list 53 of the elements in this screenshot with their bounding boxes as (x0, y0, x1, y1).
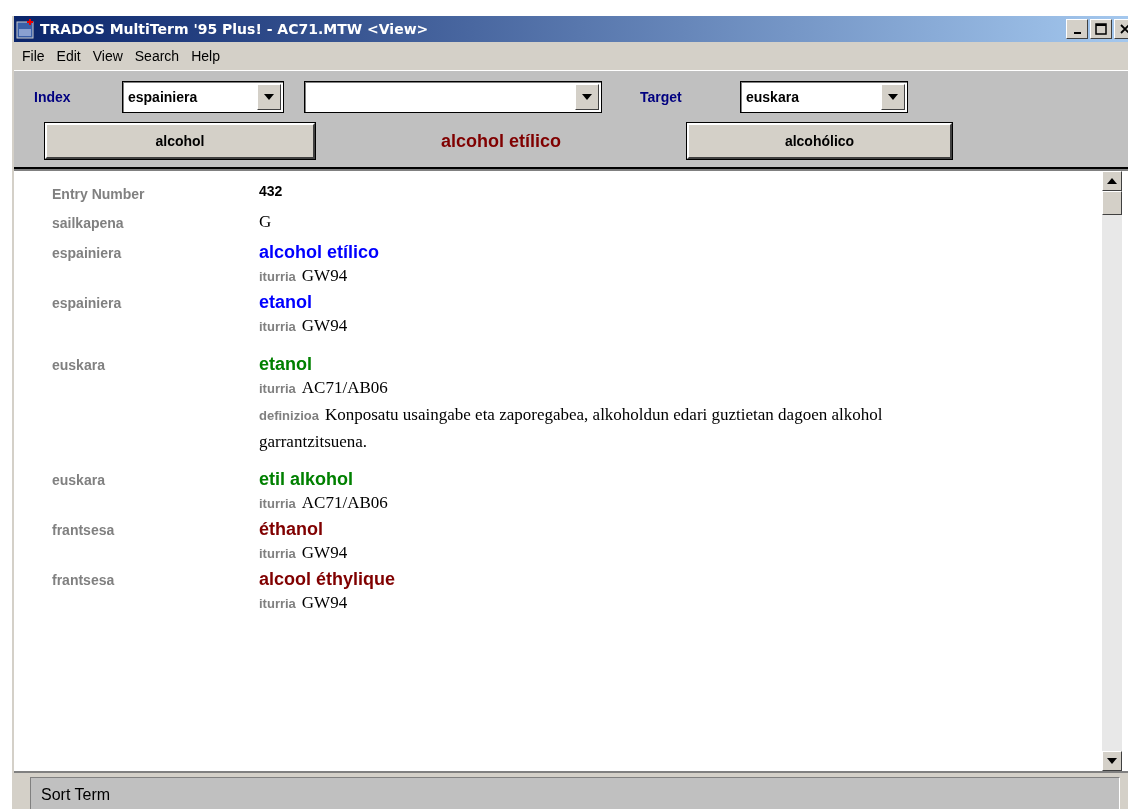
language-label: frantsesa (52, 571, 116, 590)
term: etanol (259, 292, 313, 313)
term-detail: iturria GW94 (259, 265, 349, 287)
maximize-icon (1095, 23, 1107, 35)
status-text: Sort Term (30, 777, 1120, 809)
previous-term-button[interactable]: alcohol (45, 123, 315, 159)
field-label: sailkapena (52, 214, 125, 232)
language-label: euskara (52, 471, 106, 490)
next-term-button[interactable]: alcohólico (687, 123, 952, 159)
minimize-icon (1073, 32, 1081, 34)
scroll-down-button[interactable] (1102, 751, 1122, 771)
term: etil alkohol (259, 469, 355, 490)
index-dropdown[interactable]: espainiera (122, 81, 284, 113)
language-label: espainiera (52, 244, 123, 263)
language-label: euskara (52, 356, 106, 375)
menu-item[interactable]: Search (130, 46, 184, 66)
menu-item[interactable]: Help (187, 46, 224, 66)
term-detail: iturria GW94 (259, 315, 349, 337)
caret-icon (888, 94, 898, 100)
minimize-button[interactable] (1066, 19, 1088, 39)
field-value: G (259, 212, 273, 232)
term: alcool éthylique (259, 569, 397, 590)
maximize-button[interactable] (1090, 19, 1112, 39)
caret-icon (264, 94, 274, 100)
menu-item[interactable]: File (18, 46, 49, 66)
current-term: alcohol etílico (440, 130, 562, 152)
scroll-up-button[interactable] (1102, 171, 1122, 191)
up-arrow-icon (1107, 178, 1117, 184)
scrollbar[interactable] (1102, 171, 1122, 771)
term-detail: iturria GW94 (259, 542, 349, 564)
term: etanol (259, 354, 313, 375)
close-icon (1120, 24, 1128, 34)
scroll-thumb[interactable] (1102, 191, 1122, 215)
language-label: frantsesa (52, 521, 116, 540)
menu-item[interactable]: Edit (52, 46, 85, 66)
field-value: 432 (259, 183, 284, 201)
term-detail: iturria AC71/AB06 (259, 492, 389, 514)
language-label: espainiera (52, 294, 123, 313)
term-detail: iturria GW94 (259, 592, 349, 614)
down-arrow-icon (1107, 758, 1117, 764)
search-field[interactable] (304, 81, 602, 113)
caret-icon (582, 94, 592, 100)
index-label: Index (34, 89, 72, 105)
target-dropdown[interactable]: euskara (740, 81, 908, 113)
term: éthanol (259, 519, 324, 540)
term-detail: definizioa Konposatu usaingabe eta zaporegabea, alkoholdun edari guztietan dagoen alkohol garrantzitsuena. (259, 404, 884, 453)
field-label: Entry Number (52, 185, 146, 202)
term-detail: iturria AC71/AB06 (259, 377, 389, 399)
menu-item[interactable]: View (88, 46, 127, 66)
app-icon (16, 19, 36, 39)
target-label: Target (640, 89, 683, 105)
window-title: TRADOS MultiTerm '95 Plus! - AC71.MTW <View> (40, 21, 430, 37)
term: alcohol etílico (259, 242, 381, 263)
